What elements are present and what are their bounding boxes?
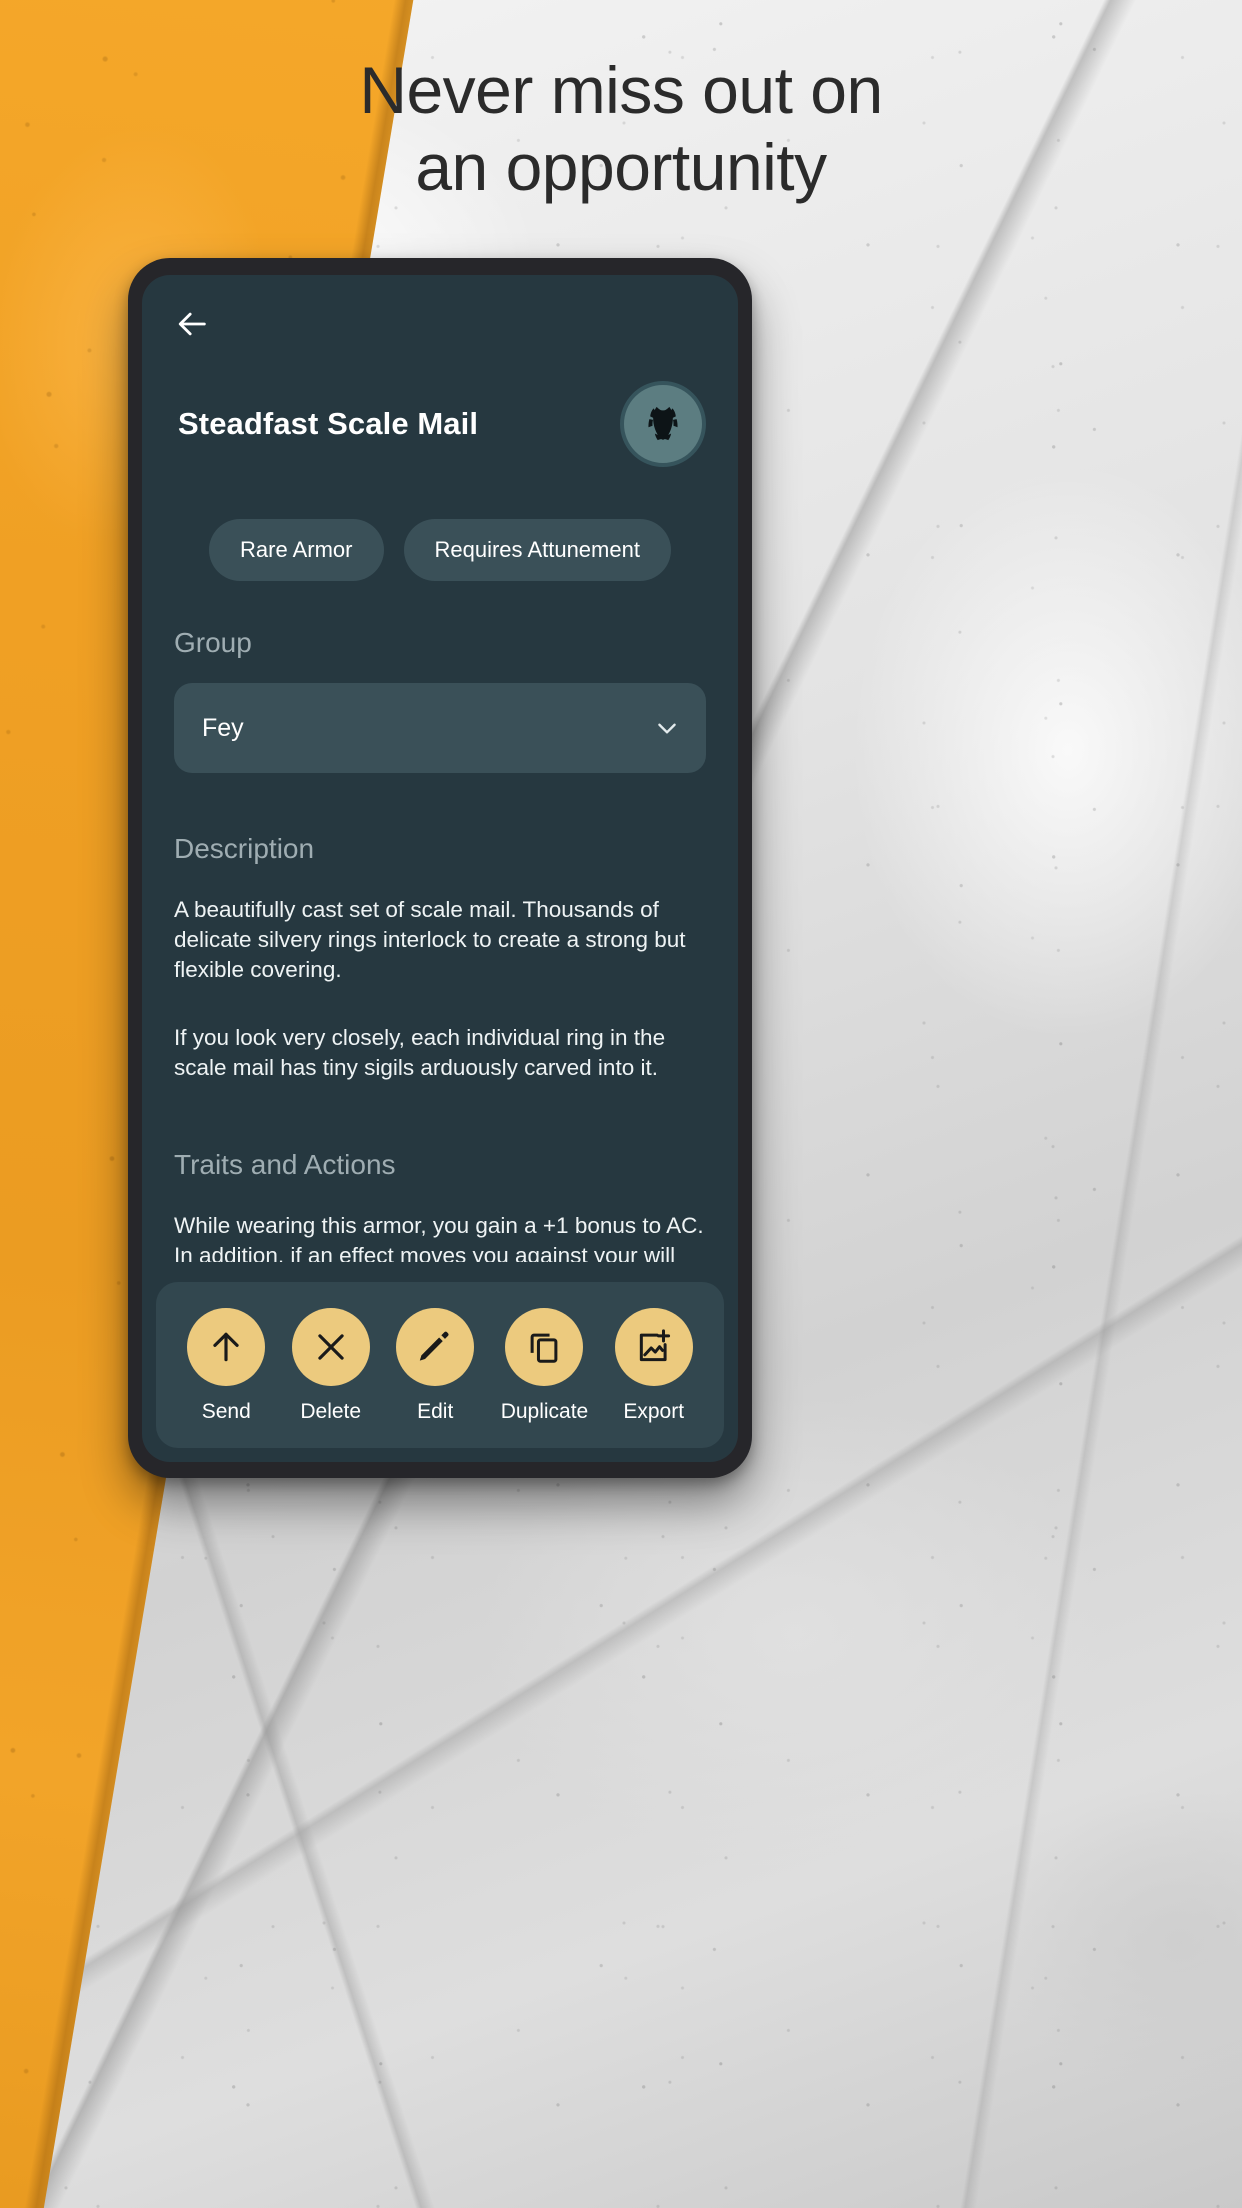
action-export-label: Export [623,1400,685,1423]
action-send-label: Send [201,1400,251,1423]
page-title: Steadfast Scale Mail [178,406,479,442]
pencil-icon [420,1331,449,1361]
action-delete-circle[interactable] [291,1308,370,1386]
promo-headline: Never miss out on an opportunity [359,53,883,205]
copy-icon [531,1333,558,1363]
phone-screen: Steadfast Scale Mail Rare Armor Requires… [142,275,738,1462]
app-bar [142,275,738,341]
action-export[interactable]: Export [614,1308,693,1424]
action-edit-label: Edit [417,1400,454,1423]
item-title-row: Steadfast Scale Mail [142,341,738,467]
phone-device-frame: Steadfast Scale Mail Rare Armor Requires… [128,258,752,1478]
action-edit-circle[interactable] [396,1308,475,1386]
chip-attunement[interactable]: Requires Attunement [403,519,671,581]
action-send[interactable]: Send [187,1308,266,1424]
item-type-badge [620,381,706,467]
action-export-circle[interactable] [614,1308,693,1386]
group-section-label: Group [174,627,252,658]
description-section-label: Description [174,833,315,864]
arrow-left-icon[interactable] [176,307,210,341]
add-image-icon [639,1329,670,1362]
arrow-up-icon [213,1332,239,1362]
action-duplicate-label: Duplicate [500,1400,589,1423]
action-edit[interactable]: Edit [396,1308,475,1424]
description-paragraph: A beautifully cast set of scale mail. Th… [174,897,686,982]
armor-breastplate-icon [648,406,678,441]
tag-chip-list: Rare Armor Requires Attunement [142,467,738,581]
chip-rarity-type[interactable]: Rare Armor [209,519,384,581]
action-duplicate-circle[interactable] [505,1308,584,1386]
action-duplicate[interactable]: Duplicate [500,1308,589,1424]
action-delete[interactable]: Delete [291,1308,370,1424]
close-x-icon [318,1334,344,1360]
description-paragraph: If you look very closely, each individua… [174,1024,666,1080]
group-select-value: Fey [202,713,244,742]
group-select[interactable]: Fey [174,683,706,773]
traits-paragraph: While wearing this armor, you gain a +1 … [174,1212,704,1262]
bottom-action-bar: Send Delete Edit Duplicate Export [156,1282,724,1448]
action-delete-label: Delete [300,1400,362,1423]
action-send-circle[interactable] [187,1308,266,1386]
traits-section-label: Traits and Actions [174,1148,396,1180]
detail-body: Group Fey Description A beautifully cast… [142,581,738,1262]
chevron-down-icon [658,723,676,734]
